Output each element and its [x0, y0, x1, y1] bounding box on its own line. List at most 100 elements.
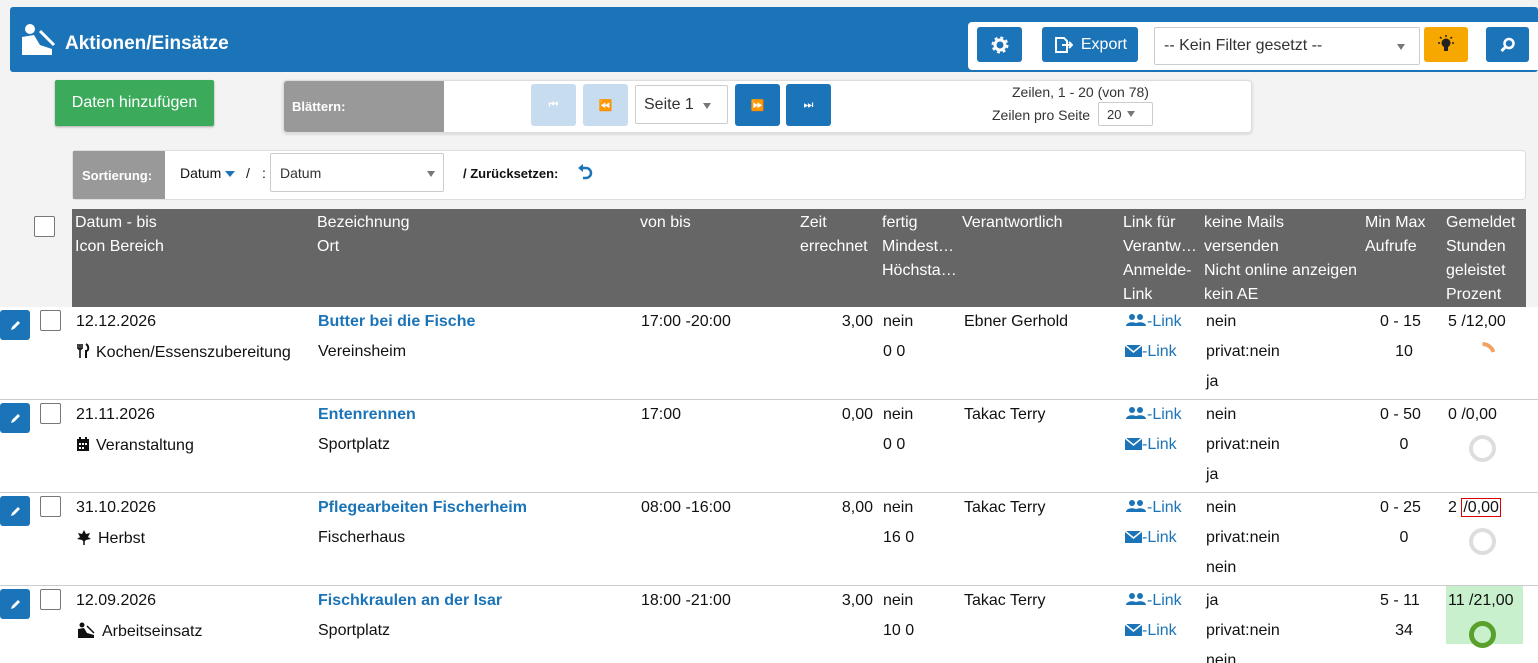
row-views: 10 — [1395, 343, 1413, 360]
col-responsible[interactable]: Verantwortlich — [962, 211, 1063, 235]
col-hours[interactable]: Zeit errechnet — [800, 211, 868, 259]
table-row: 21.11.2026 Veranstaltung Entenrennen Spo… — [0, 400, 1538, 493]
header-toolbar: Export -- Kein Filter gesetzt -- — [968, 22, 1538, 70]
col-done[interactable]: fertig Mindest… Höchsta… — [882, 211, 957, 283]
rows-per-page-select[interactable]: 20 — [1098, 102, 1153, 126]
table-header: Datum - bis Icon Bereich Bezeichnung Ort v… — [72, 209, 1526, 307]
users-icon — [1126, 593, 1146, 605]
progress-ring — [1469, 528, 1496, 555]
row-no-mails: ja — [1206, 592, 1219, 609]
leaf-icon — [76, 529, 92, 550]
row-minmax-persons: 16 0 — [883, 529, 915, 546]
undo-icon[interactable] — [577, 164, 593, 182]
users-icon — [1126, 500, 1146, 512]
row-name-link[interactable]: Pflegearbeiten Fischerheim — [318, 499, 527, 517]
pager: Blättern: ⏮ ⏪ Seite 1 ⏩ ⏭ Zeilen, 1 - 20… — [283, 80, 1252, 133]
row-time: 08:00 -16:00 — [641, 499, 731, 516]
row-name-link[interactable]: Butter bei die Fische — [318, 313, 475, 331]
rows-per-page-label: Zeilen pro Seite — [992, 107, 1091, 123]
pencil-icon — [10, 506, 20, 516]
row-done: nein — [883, 499, 914, 516]
row-responsible: Takac Terry — [964, 592, 1046, 609]
col-links[interactable]: Link für Verantw… Anmelde- Link — [1123, 211, 1197, 307]
row-name-link[interactable]: Entenrennen — [318, 406, 416, 424]
row-private: privat:nein — [1206, 529, 1280, 546]
row-private: privat:nein — [1206, 343, 1280, 360]
row-range: 0 - 25 — [1380, 499, 1421, 516]
row-no-mails: nein — [1206, 406, 1237, 423]
row-views: 0 — [1399, 436, 1409, 453]
table-row: 12.12.2026 Kochen/Essenszubereitung Butt… — [0, 307, 1538, 400]
row-register-link[interactable]: -Link — [1125, 499, 1182, 517]
row-register-link[interactable]: -Link — [1125, 592, 1182, 610]
chevron-down-icon — [1397, 44, 1405, 50]
next-page-icon: ⏩ — [750, 99, 765, 112]
progress-ring — [1469, 342, 1496, 369]
row-date: 31.10.2026 — [76, 499, 157, 516]
row-mail-link[interactable]: -Link — [1124, 343, 1177, 361]
col-reported[interactable]: Gemeldet Stunden geleistet Prozent — [1446, 211, 1515, 307]
table-row: 31.10.2026 Herbst Pflegearbeiten Fischer… — [0, 493, 1538, 586]
users-icon — [1126, 407, 1146, 419]
hint-button[interactable] — [1424, 27, 1468, 62]
col-date[interactable]: Datum - bis Icon Bereich — [75, 211, 164, 259]
edit-button[interactable] — [0, 403, 30, 433]
row-name-link[interactable]: Fischkraulen an der Isar — [318, 592, 502, 610]
sort-select[interactable]: Datum — [270, 153, 444, 192]
sort-label: Sortierung: — [73, 151, 165, 199]
edit-button[interactable] — [0, 589, 30, 619]
sort-bar: Sortierung: Datum / : Datum / Zurücksetz… — [72, 150, 1526, 200]
utensils-icon — [76, 343, 90, 364]
row-register-link[interactable]: -Link — [1125, 313, 1182, 331]
settings-button[interactable] — [977, 27, 1022, 62]
next-page-button[interactable]: ⏩ — [735, 84, 780, 126]
row-minmax-persons: 10 0 — [883, 622, 915, 639]
search-button[interactable] — [1486, 27, 1529, 62]
filter-select[interactable]: -- Kein Filter gesetzt -- — [1154, 27, 1420, 65]
edit-button[interactable] — [0, 496, 30, 526]
row-checkbox[interactable] — [40, 589, 61, 610]
sort-field[interactable]: Datum — [180, 165, 236, 181]
page-select[interactable]: Seite 1 — [635, 85, 728, 124]
row-checkbox[interactable] — [40, 496, 61, 517]
col-minmax[interactable]: Min Max Aufrufe — [1365, 211, 1425, 259]
row-no-ae: ja — [1206, 373, 1219, 390]
edit-button[interactable] — [0, 310, 30, 340]
page-title: Aktionen/Einsätze — [65, 33, 229, 54]
row-register-link[interactable]: -Link — [1125, 406, 1182, 424]
row-checkbox[interactable] — [40, 310, 61, 331]
pencil-icon — [10, 320, 20, 330]
sort-select-value: Datum — [280, 164, 322, 181]
header-bar: Aktionen/Einsätze Export -- Kein Filter … — [10, 7, 1538, 72]
filter-value: -- Kein Filter gesetzt -- — [1164, 37, 1323, 54]
first-page-button[interactable]: ⏮ — [531, 84, 576, 126]
table-row: 12.09.2026 Arbeitseinsatz Fischkraulen a… — [0, 586, 1538, 663]
row-no-ae: nein — [1206, 559, 1237, 576]
envelope-icon — [1124, 344, 1143, 357]
row-checkbox[interactable] — [40, 403, 61, 424]
row-mail-link[interactable]: -Link — [1124, 622, 1177, 640]
col-mails[interactable]: keine Mails versenden Nicht online anzeige… — [1204, 211, 1357, 307]
row-area: Veranstaltung — [76, 436, 194, 457]
row-time: 17:00 -20:00 — [641, 313, 731, 330]
prev-page-button[interactable]: ⏪ — [583, 84, 628, 126]
row-mail-link[interactable]: -Link — [1124, 529, 1177, 547]
row-responsible: Takac Terry — [964, 499, 1046, 516]
rows-per-page-value: 20 — [1107, 106, 1122, 122]
worker-icon — [76, 622, 96, 643]
col-name[interactable]: Bezeichnung Ort — [317, 211, 410, 259]
pencil-icon — [10, 413, 20, 423]
select-all-checkbox[interactable] — [34, 216, 55, 237]
last-page-button[interactable]: ⏭ — [786, 84, 831, 126]
add-data-button[interactable]: Daten hinzufügen — [55, 80, 214, 126]
row-date: 12.09.2026 — [76, 592, 157, 609]
row-no-mails: nein — [1206, 313, 1237, 330]
export-button[interactable]: Export — [1042, 27, 1138, 62]
row-minmax-persons: 0 0 — [883, 343, 906, 360]
search-icon — [1499, 37, 1515, 52]
col-time[interactable]: von bis — [640, 211, 691, 235]
row-mail-link[interactable]: -Link — [1124, 436, 1177, 454]
row-private: privat:nein — [1206, 622, 1280, 639]
users-icon — [1126, 314, 1146, 326]
row-range: 0 - 50 — [1380, 406, 1421, 423]
